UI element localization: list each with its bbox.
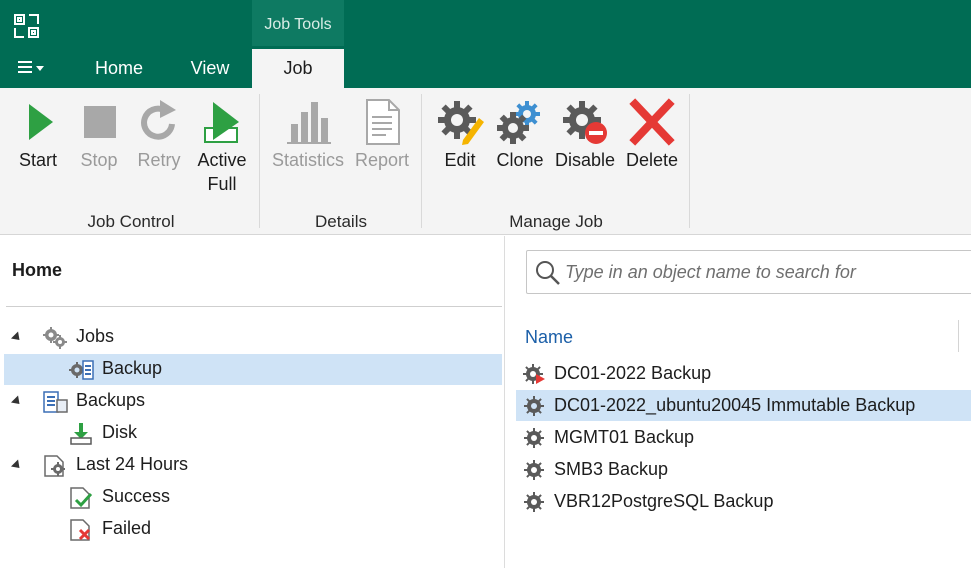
report-icon <box>366 99 400 145</box>
content-pane: Name DC01-2022 Backup DC01-2022_ubuntu20… <box>506 236 971 568</box>
column-header-name[interactable]: Name <box>525 327 573 348</box>
title-bar: Job Tools Home View Job <box>0 0 971 88</box>
backup-job-icon <box>69 360 94 380</box>
tree-item-jobs[interactable]: Jobs <box>4 322 502 353</box>
job-name: DC01-2022 Backup <box>554 363 712 383</box>
nav-title: Home <box>12 260 63 280</box>
job-gear-icon <box>524 396 544 416</box>
job-tools-label: Job Tools <box>264 16 332 33</box>
job-row[interactable]: DC01-2022_ubuntu20045 Immutable Backup <box>516 390 971 421</box>
search-icon <box>536 261 560 285</box>
retry-icon <box>141 100 176 140</box>
tree-label-backup: Backup <box>102 358 163 378</box>
tree-label-jobs: Jobs <box>76 326 115 346</box>
report-button[interactable]: Report <box>350 98 414 172</box>
tree-label-failed: Failed <box>102 518 152 538</box>
stop-icon <box>84 106 116 138</box>
failed-x-icon <box>70 519 91 541</box>
retry-label: Retry <box>137 150 181 170</box>
job-gear-icon <box>524 428 544 448</box>
job-row[interactable]: MGMT01 Backup <box>516 422 971 453</box>
job-name: VBR12PostgreSQL Backup <box>554 491 774 511</box>
retry-button[interactable]: Retry <box>132 98 186 172</box>
statistics-button[interactable]: Statistics <box>268 98 348 172</box>
expand-arrow-icon[interactable] <box>10 459 24 472</box>
clone-button[interactable]: Clone <box>492 98 548 172</box>
job-name: SMB3 Backup <box>554 459 669 479</box>
job-name: DC01-2022_ubuntu20045 Immutable Backup <box>554 395 916 415</box>
tree-label-last-24-hours: Last 24 Hours <box>76 454 189 474</box>
hamburger-icon <box>18 61 32 73</box>
tree-item-backups[interactable]: Backups <box>4 386 502 417</box>
job-control-group-label: Job Control <box>87 212 175 231</box>
jobs-gears-icon <box>43 327 67 349</box>
tree-item-failed[interactable]: Failed <box>4 514 502 545</box>
tree-label-success: Success <box>102 486 171 506</box>
job-gear-icon <box>524 492 544 512</box>
ribbon-separator <box>421 94 422 228</box>
statistics-label: Statistics <box>271 150 345 170</box>
caret-down-icon <box>36 66 44 71</box>
clone-gears-icon <box>497 101 540 144</box>
tree-item-last-24-hours[interactable]: Last 24 Hours <box>4 450 502 481</box>
tree-label-disk: Disk <box>102 422 137 442</box>
stop-button[interactable]: Stop <box>72 98 126 172</box>
statistics-icon <box>287 102 331 144</box>
job-name: MGMT01 Backup <box>554 427 695 447</box>
search-box[interactable] <box>526 250 971 294</box>
edit-button[interactable]: Edit <box>432 98 488 172</box>
active-full-icon <box>204 102 239 143</box>
tree-item-disk[interactable]: Disk <box>4 418 502 449</box>
veeam-logo-icon <box>14 14 39 38</box>
disable-button[interactable]: Disable <box>552 98 618 172</box>
navigation-pane: Home Jobs Backup Backups Disk Last 24 Ho… <box>0 236 505 568</box>
job-tools-context-group: Job Tools <box>252 0 344 46</box>
tree-item-success[interactable]: Success <box>4 482 502 513</box>
expand-arrow-icon[interactable] <box>10 331 24 344</box>
job-running-icon <box>523 364 545 384</box>
details-group-label: Details <box>315 212 367 231</box>
play-icon <box>29 104 53 140</box>
last-24-hours-icon <box>44 455 65 477</box>
column-divider[interactable] <box>958 320 959 352</box>
backups-icon <box>43 391 68 413</box>
report-label: Report <box>354 150 410 170</box>
active-full-label-2: Full <box>207 174 237 194</box>
manage-job-group-label: Manage Job <box>509 212 603 231</box>
expand-arrow-icon[interactable] <box>10 395 24 408</box>
ribbon-separator <box>259 94 260 228</box>
job-row[interactable]: VBR12PostgreSQL Backup <box>516 486 971 517</box>
tree-item-backup[interactable]: Backup <box>4 354 502 385</box>
ribbon-separator <box>689 94 690 228</box>
edit-gear-icon <box>438 101 484 145</box>
job-row[interactable]: SMB3 Backup <box>516 454 971 485</box>
tree-label-backups: Backups <box>76 390 146 410</box>
main-menu-button[interactable] <box>12 55 52 81</box>
ribbon: Start Stop Retry Active Full Job Control <box>0 88 971 235</box>
search-input[interactable] <box>565 257 965 287</box>
active-full-label-1: Active <box>197 150 247 170</box>
tab-job[interactable]: Job <box>252 49 344 88</box>
delete-button[interactable]: Delete <box>622 98 682 172</box>
tab-view[interactable]: View <box>180 49 240 88</box>
delete-label: Delete <box>625 150 679 170</box>
tab-home[interactable]: Home <box>82 49 156 88</box>
edit-label: Edit <box>444 150 476 170</box>
job-row[interactable]: DC01-2022 Backup <box>516 358 971 389</box>
stop-label: Stop <box>80 150 118 170</box>
job-gear-icon <box>524 460 544 480</box>
start-label: Start <box>18 150 57 170</box>
clone-label: Clone <box>496 150 544 170</box>
nav-divider <box>6 306 502 307</box>
disable-label: Disable <box>554 150 616 170</box>
success-check-icon <box>70 487 93 509</box>
start-button[interactable]: Start <box>10 98 66 172</box>
disable-gear-icon <box>563 101 607 144</box>
delete-x-icon <box>629 98 675 146</box>
active-full-button[interactable]: Active Full <box>192 98 252 196</box>
disk-download-icon <box>70 423 92 445</box>
